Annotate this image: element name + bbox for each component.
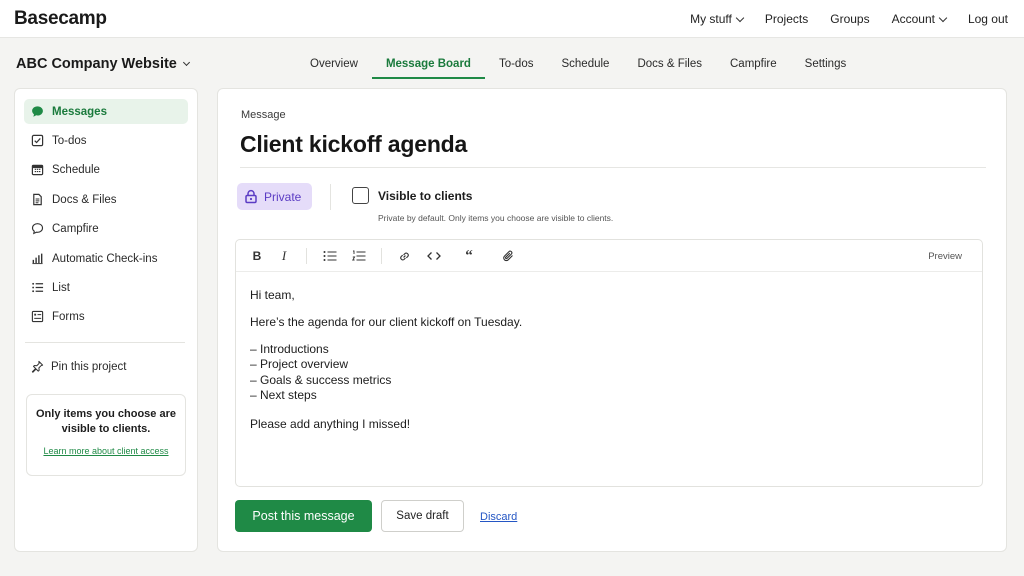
nav-log-out[interactable]: Log out [968,12,1008,26]
code-icon[interactable] [426,248,442,264]
client-visibility-info-card: Only items you choose are visible to cli… [26,394,186,476]
save-draft-button[interactable]: Save draft [381,500,464,532]
calendar-icon [30,163,44,177]
toolbar-separator [381,248,382,264]
sidebar-item-label: Schedule [52,163,100,176]
private-label: Private [264,189,302,204]
document-icon [30,193,44,207]
form-icon [30,310,44,324]
editor-toolbar: B I “ Preview [236,240,982,272]
top-nav-links: My stuff Projects Groups Account Log out [668,12,1008,26]
sidebar-item-label: List [52,281,70,294]
nav-my-stuff-label: My stuff [690,12,732,26]
sidebar-item-automatic-check-ins[interactable]: Automatic Check-ins [24,246,188,271]
nav-projects[interactable]: Projects [765,12,808,26]
sidebar-item-label: To-dos [52,134,87,147]
bold-icon[interactable]: B [249,248,265,264]
project-switcher[interactable]: ABC Company Website [16,56,190,72]
quote-icon[interactable]: “ [461,248,477,264]
chat-bubble-icon [30,105,44,119]
numbered-list-icon[interactable] [351,248,367,264]
visible-to-clients-label[interactable]: Visible to clients [378,189,472,203]
nav-projects-label: Projects [764,12,809,26]
visible-to-clients-checkbox[interactable] [352,187,369,204]
nav-my-stuff[interactable]: My stuff [690,12,745,26]
discard-link[interactable]: Discard [480,511,517,523]
sidebar-divider [25,342,185,343]
message-title[interactable]: Client kickoff agenda [240,131,467,158]
tab-to-dos[interactable]: To-dos [485,58,548,79]
nav-account[interactable]: Account [891,12,948,26]
body-greeting: Hi team, [250,288,295,302]
sidebar-item-schedule[interactable]: Schedule [24,157,188,182]
sidebar-item-list[interactable]: List [24,275,188,300]
nav-log-out-label: Log out [967,12,1008,26]
toolbar-separator [306,248,307,264]
body-intro: Here’s the agenda for our client kickoff… [250,315,523,329]
message-composer-card: Message Client kickoff agenda Private Vi… [217,88,1007,552]
attachment-icon[interactable] [500,248,516,264]
project-bar: ABC Company Website Overview Message Boa… [0,38,1024,86]
nav-account-label: Account [891,12,935,26]
pin-icon [31,360,44,373]
sidebar-item-forms[interactable]: Forms [24,304,188,329]
sidebar-item-campfire[interactable]: Campfire [24,216,188,241]
preview-button[interactable]: Preview [928,251,962,262]
visibility-separator [330,184,331,210]
sidebar: Messages To-dos Schedule Docs & Files Ca… [14,88,198,552]
tab-schedule[interactable]: Schedule [547,58,623,79]
client-visibility-info-text: Only items you choose are visible to cli… [36,408,176,435]
tab-campfire[interactable]: Campfire [716,58,791,79]
sidebar-item-label: Automatic Check-ins [52,252,158,265]
tab-settings[interactable]: Settings [791,58,861,79]
message-editor[interactable]: B I “ Preview Hi team, Here’s the agenda… [235,239,983,487]
brand-logo[interactable]: Basecamp [14,8,107,30]
tab-docs-files[interactable]: Docs & Files [623,58,716,79]
project-name: ABC Company Website [16,56,177,72]
pin-project-button[interactable]: Pin this project [31,360,126,373]
post-message-button[interactable]: Post this message [235,500,372,532]
body-closing: Please add anything I missed! [250,417,411,431]
chevron-down-icon [938,13,948,22]
sidebar-item-to-dos[interactable]: To-dos [24,128,188,153]
title-divider [240,167,986,168]
tab-message-board[interactable]: Message Board [371,58,485,79]
lock-icon [244,189,258,204]
tab-overview[interactable]: Overview [296,58,372,79]
body-list-item: – Goals & success metrics [250,373,392,387]
body-list-item: – Next steps [250,388,317,402]
link-icon[interactable] [396,248,412,264]
list-icon [30,281,44,295]
top-navigation-bar: Basecamp My stuff Projects Groups Accoun… [0,0,1024,38]
sidebar-item-label: Messages [52,105,107,118]
sidebar-item-docs-files[interactable]: Docs & Files [24,187,188,212]
learn-more-client-access-link[interactable]: Learn more about client access [43,446,168,456]
sidebar-item-label: Forms [52,310,85,323]
checkbox-icon [30,134,44,148]
body-list-item: – Project overview [250,357,349,371]
italic-icon[interactable]: I [276,248,292,264]
sidebar-item-messages[interactable]: Messages [24,99,188,124]
bullet-list-icon[interactable] [322,248,338,264]
bar-chart-icon [30,252,44,266]
visibility-hint: Private by default. Only items you choos… [378,213,614,223]
speech-bubble-icon [30,222,44,236]
chevron-down-icon [182,58,190,67]
nav-groups[interactable]: Groups [830,12,869,26]
body-list-item: – Introductions [250,342,329,356]
sidebar-item-label: Campfire [52,222,99,235]
nav-groups-label: Groups [830,12,870,26]
section-eyebrow: Message [241,109,286,121]
sidebar-item-label: Docs & Files [52,193,117,206]
chevron-down-icon [735,13,745,22]
pin-project-label: Pin this project [51,360,127,373]
project-tabs: Overview Message Board To-dos Schedule D… [296,58,860,79]
private-badge[interactable]: Private [237,183,312,210]
